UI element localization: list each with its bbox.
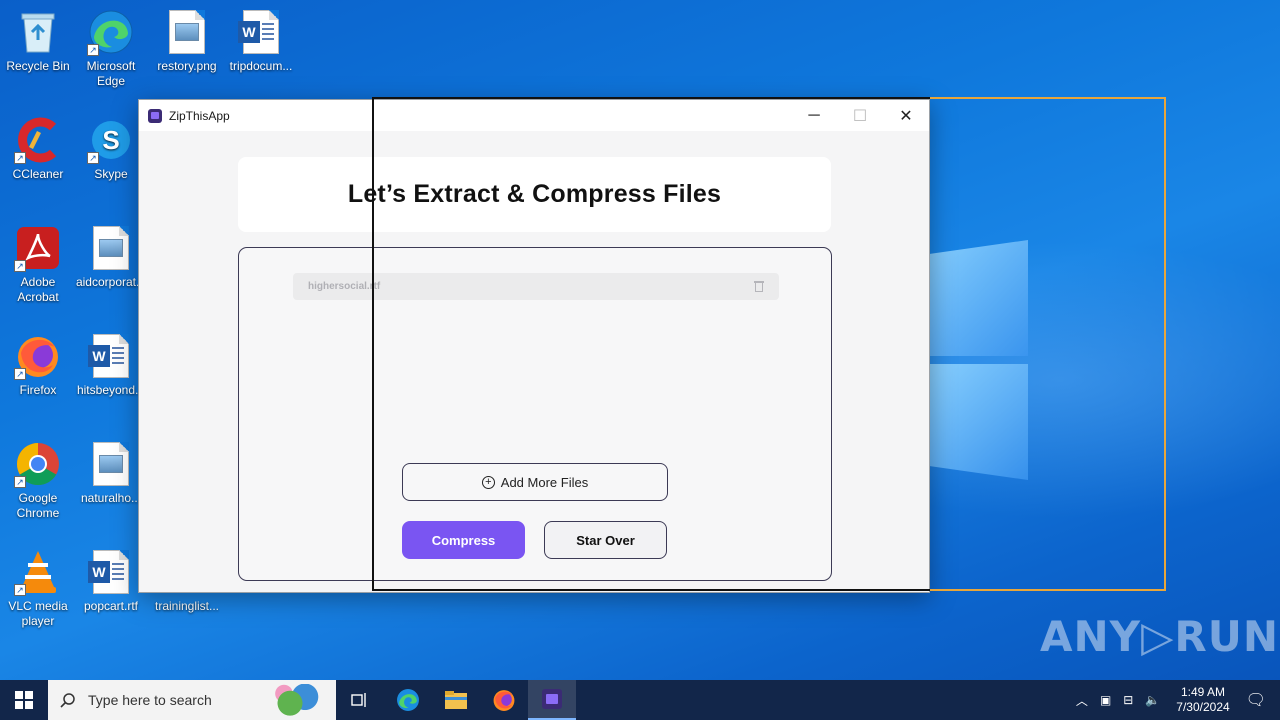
taskbar-zipthisapp-button[interactable] <box>528 680 576 720</box>
task-view-icon <box>351 693 366 707</box>
edge-icon: ↗ <box>87 8 135 56</box>
device-icon[interactable]: ▣ <box>1100 693 1111 707</box>
taskbar-file-explorer-button[interactable] <box>432 680 480 720</box>
file-name: highersocial.rtf <box>308 281 381 292</box>
compress-button[interactable]: Compress <box>402 521 525 559</box>
firefox-icon: ↗ <box>14 332 62 380</box>
volume-icon[interactable]: 🔈 <box>1145 693 1160 707</box>
desktop-icon-label: Recycle Bin <box>6 59 70 73</box>
desktop-icon-label: CCleaner <box>12 167 64 181</box>
taskbar-firefox-button[interactable] <box>480 680 528 720</box>
plus-circle-icon: + <box>481 475 495 489</box>
drag-outline-left <box>372 97 374 591</box>
app-window: ZipThisApp ─ ☐ ✕ Let’s Extract & Compres… <box>138 99 930 593</box>
acrobat-icon: ↗ <box>14 224 62 272</box>
desktop-icon-label: traininglist... <box>154 599 220 613</box>
desktop-icon-ccleaner[interactable]: ↗ CCleaner <box>0 116 76 182</box>
add-more-files-label: Add More Files <box>500 474 589 490</box>
search-placeholder: Type here to search <box>88 692 212 708</box>
skype-icon: S ↗ <box>87 116 135 164</box>
desktop-icon-google-chrome[interactable]: ↗ Google Chrome <box>0 440 76 521</box>
desktop-icon-label: Microsoft Edge <box>86 59 136 88</box>
desktop-icon-adobe-acrobat[interactable]: ↗ Adobe Acrobat <box>0 224 76 305</box>
desktop-icon-label: restory.png <box>157 59 217 73</box>
desktop-icon-edge[interactable]: ↗ Microsoft Edge <box>73 8 149 89</box>
desktop-icon-label: Firefox <box>19 383 57 397</box>
search-icon <box>60 693 75 708</box>
anyrun-watermark: ANY▷RUN <box>1040 612 1279 661</box>
windows-start-icon <box>15 691 33 709</box>
desktop-icon-restory[interactable]: restory.png <box>149 8 225 74</box>
clock-date: 7/30/2024 <box>1176 700 1230 714</box>
image-file-icon <box>163 8 211 56</box>
desktop-icon-label: Google Chrome <box>16 491 60 520</box>
desktop-icon-label: popcart.rtf <box>83 599 139 613</box>
word-document-icon: W <box>87 548 135 596</box>
add-more-files-button[interactable]: + Add More Files <box>402 463 668 501</box>
chevron-up-icon[interactable]: ︿ <box>1076 692 1088 709</box>
folder-icon <box>445 691 467 709</box>
minimize-button[interactable]: ─ <box>791 100 837 131</box>
windows-logo-wallpaper <box>930 240 1030 480</box>
header-card: Let’s Extract & Compress Files <box>238 157 831 232</box>
desktop-icon-label: VLC media player <box>8 599 68 628</box>
file-drop-area[interactable]: highersocial.rtf + Add More Files Compre… <box>238 247 832 581</box>
vlc-icon: ↗ <box>14 548 62 596</box>
page-title: Let’s Extract & Compress Files <box>347 180 722 208</box>
maximize-button[interactable]: ☐ <box>837 100 883 131</box>
file-list-item: highersocial.rtf <box>293 273 779 300</box>
task-view-button[interactable] <box>336 680 384 720</box>
svg-text:S: S <box>102 125 119 155</box>
drag-outline-top <box>372 97 930 99</box>
system-tray: ︿ ▣ ⊟ 🔈 1:49 AM 7/30/2024 🗨 <box>1070 680 1280 720</box>
desktop-icon-recycle-bin[interactable]: Recycle Bin <box>0 8 76 74</box>
notification-icon[interactable]: 🗨 <box>1246 690 1266 710</box>
start-button[interactable] <box>0 680 48 720</box>
taskbar-search-box[interactable]: Type here to search <box>48 680 336 720</box>
firefox-icon <box>493 690 515 711</box>
close-button[interactable]: ✕ <box>883 100 929 131</box>
ccleaner-icon: ↗ <box>14 116 62 164</box>
recycle-bin-icon <box>14 8 62 56</box>
trash-icon[interactable] <box>754 281 764 292</box>
clock[interactable]: 1:49 AM 7/30/2024 <box>1176 685 1229 715</box>
desktop-icon-tripdocum[interactable]: W tripdocum... <box>223 8 299 74</box>
word-document-icon: W <box>237 8 285 56</box>
title-bar[interactable]: ZipThisApp ─ ☐ ✕ <box>139 100 929 131</box>
image-file-icon <box>87 440 135 488</box>
chrome-icon: ↗ <box>14 440 62 488</box>
desktop-icon-label: tripdocum... <box>229 59 293 73</box>
zipthisapp-icon <box>148 108 162 123</box>
image-file-icon <box>87 224 135 272</box>
network-icon[interactable]: ⊟ <box>1123 693 1133 707</box>
taskbar: Type here to search ︿ ▣ ⊟ 🔈 1:49 AM 7/30… <box>0 680 1280 720</box>
zipthisapp-icon <box>542 689 562 709</box>
desktop-icon-firefox[interactable]: ↗ Firefox <box>0 332 76 398</box>
word-document-icon: W <box>87 332 135 380</box>
drag-outline-bottom <box>372 589 930 591</box>
start-over-button[interactable]: Star Over <box>544 521 667 559</box>
edge-icon <box>397 689 419 711</box>
taskbar-edge-button[interactable] <box>384 680 432 720</box>
clock-time: 1:49 AM <box>1180 685 1225 699</box>
desktop-icon-vlc[interactable]: ↗ VLC media player <box>0 548 76 629</box>
window-title: ZipThisApp <box>169 108 230 123</box>
desktop-icon-label: Adobe Acrobat <box>17 275 59 304</box>
search-highlight-icon <box>266 684 326 716</box>
